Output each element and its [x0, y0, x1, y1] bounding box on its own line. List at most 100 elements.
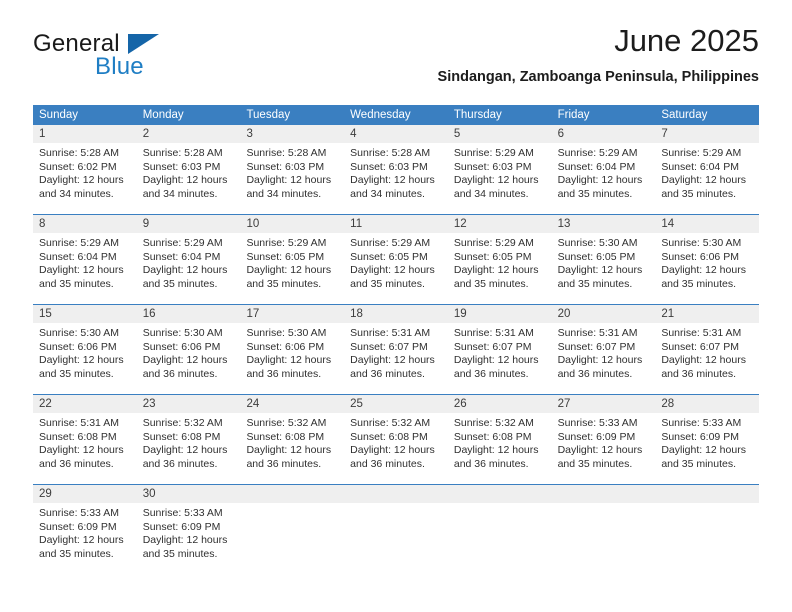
- day-number[interactable]: 10: [240, 215, 344, 233]
- sunrise-time: Sunrise: 5:28 AM: [246, 147, 327, 159]
- day-cell[interactable]: Sunrise: 5:32 AM Sunset: 6:08 PM Daylight:…: [344, 413, 448, 475]
- daylight-duration-line1: Daylight: 12 hours: [350, 444, 435, 457]
- day-number[interactable]: 3: [240, 125, 344, 143]
- day-number-band: 8 9 10 11 12 13 14: [33, 215, 759, 233]
- daylight-duration-line1: Daylight: 12 hours: [557, 354, 643, 367]
- day-number[interactable]: 8: [33, 215, 137, 233]
- day-cell[interactable]: Sunrise: 5:28 AM Sunset: 6:03 PM Daylight:…: [240, 143, 344, 205]
- day-number[interactable]: 26: [448, 395, 552, 413]
- sunset-time: Sunset: 6:06 PM: [661, 250, 739, 263]
- day-cell[interactable]: Sunrise: 5:29 AM Sunset: 6:05 PM Daylight:…: [448, 233, 552, 295]
- day-cell[interactable]: Sunrise: 5:30 AM Sunset: 6:06 PM Daylight:…: [655, 233, 759, 295]
- day-cell[interactable]: Sunrise: 5:32 AM Sunset: 6:08 PM Daylight:…: [137, 413, 241, 475]
- daylight-duration-line1: Daylight: 12 hours: [661, 264, 746, 277]
- day-info-band: Sunrise: 5:31 AM Sunset: 6:08 PM Daylight:…: [33, 413, 759, 475]
- day-cell[interactable]: Sunrise: 5:29 AM Sunset: 6:04 PM Daylight:…: [552, 143, 656, 205]
- day-cell[interactable]: Sunrise: 5:31 AM Sunset: 6:07 PM Daylight:…: [448, 323, 552, 385]
- day-cell[interactable]: Sunrise: 5:29 AM Sunset: 6:04 PM Daylight:…: [33, 233, 137, 295]
- day-number-empty: [240, 485, 344, 503]
- day-number[interactable]: 2: [137, 125, 241, 143]
- day-number[interactable]: 17: [240, 305, 344, 323]
- title-block: June 2025 Sindangan, Zamboanga Peninsula…: [438, 22, 759, 88]
- day-number[interactable]: 22: [33, 395, 137, 413]
- day-number[interactable]: 11: [344, 215, 448, 233]
- sunrise-time: Sunrise: 5:31 AM: [557, 327, 638, 339]
- day-cell[interactable]: Sunrise: 5:29 AM Sunset: 6:03 PM Daylight:…: [448, 143, 552, 205]
- sunrise-time: Sunrise: 5:30 AM: [246, 327, 327, 339]
- day-cell[interactable]: Sunrise: 5:32 AM Sunset: 6:08 PM Daylight:…: [240, 413, 344, 475]
- day-cell[interactable]: Sunrise: 5:30 AM Sunset: 6:05 PM Daylight:…: [552, 233, 656, 295]
- sunset-time: Sunset: 6:08 PM: [453, 430, 532, 443]
- day-number-band: 22 23 24 25 26 27 28: [33, 395, 759, 413]
- day-cell[interactable]: Sunrise: 5:31 AM Sunset: 6:07 PM Daylight:…: [655, 323, 759, 385]
- day-cell[interactable]: Sunrise: 5:28 AM Sunset: 6:02 PM Daylight:…: [33, 143, 137, 205]
- day-cell[interactable]: Sunrise: 5:31 AM Sunset: 6:07 PM Daylight:…: [344, 323, 448, 385]
- daylight-duration-line2: and 35 minutes.: [246, 277, 322, 290]
- daylight-duration-line2: and 35 minutes.: [350, 277, 425, 290]
- day-number[interactable]: 30: [137, 485, 241, 503]
- day-number[interactable]: 28: [655, 395, 759, 413]
- day-number[interactable]: 24: [240, 395, 344, 413]
- day-number[interactable]: 29: [33, 485, 137, 503]
- day-number[interactable]: 15: [33, 305, 137, 323]
- day-cell[interactable]: Sunrise: 5:28 AM Sunset: 6:03 PM Daylight:…: [344, 143, 448, 205]
- day-number[interactable]: 23: [137, 395, 241, 413]
- day-number[interactable]: 12: [448, 215, 552, 233]
- day-number[interactable]: 18: [344, 305, 448, 323]
- day-number[interactable]: 7: [655, 125, 759, 143]
- day-number[interactable]: 4: [344, 125, 448, 143]
- general-blue-logo[interactable]: General Blue: [33, 30, 163, 82]
- day-cell[interactable]: Sunrise: 5:33 AM Sunset: 6:09 PM Daylight:…: [655, 413, 759, 475]
- daylight-duration-line2: and 34 minutes.: [453, 187, 529, 200]
- sunset-time: Sunset: 6:09 PM: [557, 430, 636, 443]
- day-cell[interactable]: Sunrise: 5:30 AM Sunset: 6:06 PM Daylight:…: [240, 323, 344, 385]
- day-number[interactable]: 1: [33, 125, 137, 143]
- day-cell[interactable]: Sunrise: 5:30 AM Sunset: 6:06 PM Daylight:…: [33, 323, 137, 385]
- day-number[interactable]: 6: [552, 125, 656, 143]
- day-cell[interactable]: Sunrise: 5:32 AM Sunset: 6:08 PM Daylight:…: [448, 413, 552, 475]
- day-number[interactable]: 21: [655, 305, 759, 323]
- sunrise-time: Sunrise: 5:32 AM: [453, 417, 534, 429]
- sunrise-time: Sunrise: 5:30 AM: [142, 327, 223, 339]
- day-cell[interactable]: Sunrise: 5:29 AM Sunset: 6:05 PM Daylight:…: [344, 233, 448, 295]
- day-number[interactable]: 9: [137, 215, 241, 233]
- day-cell[interactable]: Sunrise: 5:28 AM Sunset: 6:03 PM Daylight:…: [137, 143, 241, 205]
- page-header: General Blue June 2025 Sindangan, Zamboa…: [33, 22, 759, 98]
- daylight-duration-line1: Daylight: 12 hours: [246, 264, 332, 277]
- daylight-duration-line1: Daylight: 12 hours: [142, 174, 228, 187]
- day-cell[interactable]: Sunrise: 5:31 AM Sunset: 6:08 PM Daylight:…: [33, 413, 137, 475]
- day-number[interactable]: 19: [448, 305, 552, 323]
- day-cell[interactable]: Sunrise: 5:29 AM Sunset: 6:04 PM Daylight:…: [655, 143, 759, 205]
- sunset-time: Sunset: 6:05 PM: [350, 250, 428, 263]
- day-number[interactable]: 27: [552, 395, 656, 413]
- logo-triangle-icon: [128, 34, 159, 54]
- daylight-duration-line1: Daylight: 12 hours: [350, 354, 435, 367]
- day-number[interactable]: 20: [552, 305, 656, 323]
- day-number-empty: [344, 485, 448, 503]
- day-number[interactable]: 25: [344, 395, 448, 413]
- sunset-time: Sunset: 6:03 PM: [350, 160, 428, 173]
- sunrise-time: Sunrise: 5:29 AM: [453, 147, 534, 159]
- day-cell[interactable]: Sunrise: 5:31 AM Sunset: 6:07 PM Daylight:…: [552, 323, 656, 385]
- sunset-time: Sunset: 6:08 PM: [39, 430, 117, 443]
- day-cell[interactable]: Sunrise: 5:33 AM Sunset: 6:09 PM Daylight:…: [552, 413, 656, 475]
- day-cell[interactable]: Sunrise: 5:29 AM Sunset: 6:05 PM Daylight:…: [240, 233, 344, 295]
- daylight-duration-line1: Daylight: 12 hours: [557, 264, 643, 277]
- sunset-time: Sunset: 6:06 PM: [246, 340, 325, 353]
- daylight-duration-line2: and 36 minutes.: [661, 367, 737, 380]
- day-number-empty: [552, 485, 656, 503]
- day-number[interactable]: 14: [655, 215, 759, 233]
- sunset-time: Sunset: 6:09 PM: [39, 520, 117, 533]
- daylight-duration-line2: and 35 minutes.: [142, 277, 218, 290]
- day-cell[interactable]: Sunrise: 5:33 AM Sunset: 6:09 PM Daylight:…: [137, 503, 241, 565]
- sunrise-time: Sunrise: 5:32 AM: [246, 417, 327, 429]
- sunrise-time: Sunrise: 5:31 AM: [453, 327, 534, 339]
- day-number[interactable]: 5: [448, 125, 552, 143]
- day-cell[interactable]: Sunrise: 5:30 AM Sunset: 6:06 PM Daylight:…: [137, 323, 241, 385]
- day-cell[interactable]: Sunrise: 5:29 AM Sunset: 6:04 PM Daylight:…: [137, 233, 241, 295]
- day-number[interactable]: 16: [137, 305, 241, 323]
- sunrise-time: Sunrise: 5:31 AM: [39, 417, 119, 429]
- day-cell[interactable]: Sunrise: 5:33 AM Sunset: 6:09 PM Daylight:…: [33, 503, 137, 565]
- day-number[interactable]: 13: [552, 215, 656, 233]
- sunrise-time: Sunrise: 5:32 AM: [350, 417, 431, 429]
